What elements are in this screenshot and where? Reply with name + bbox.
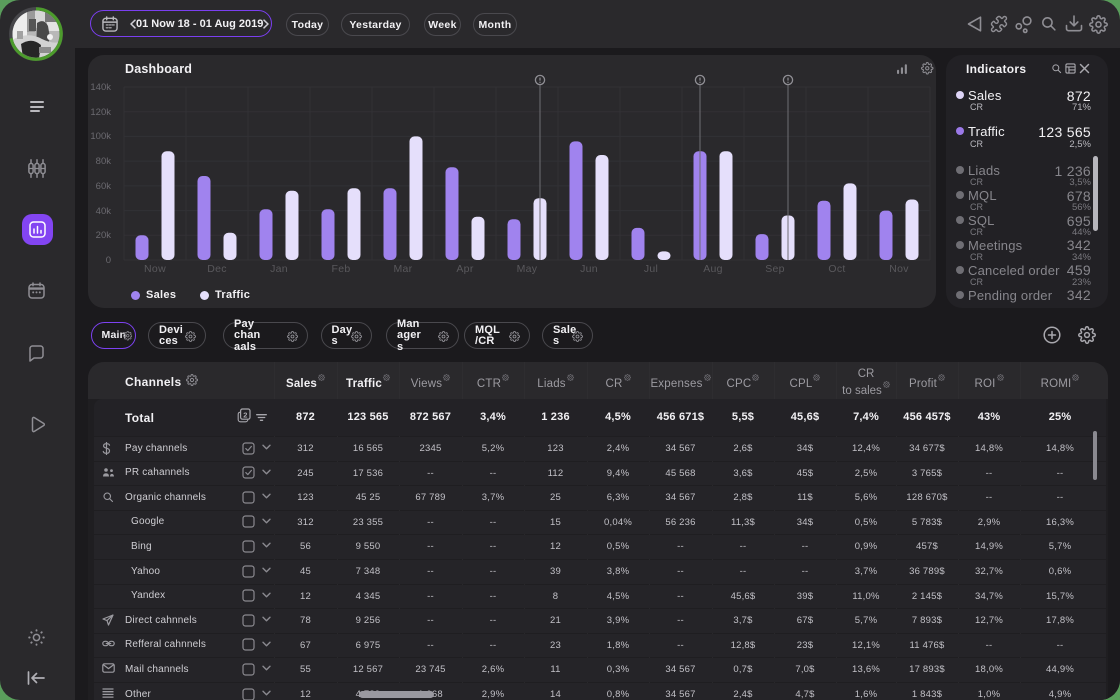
svg-text:2: 2	[243, 410, 247, 419]
